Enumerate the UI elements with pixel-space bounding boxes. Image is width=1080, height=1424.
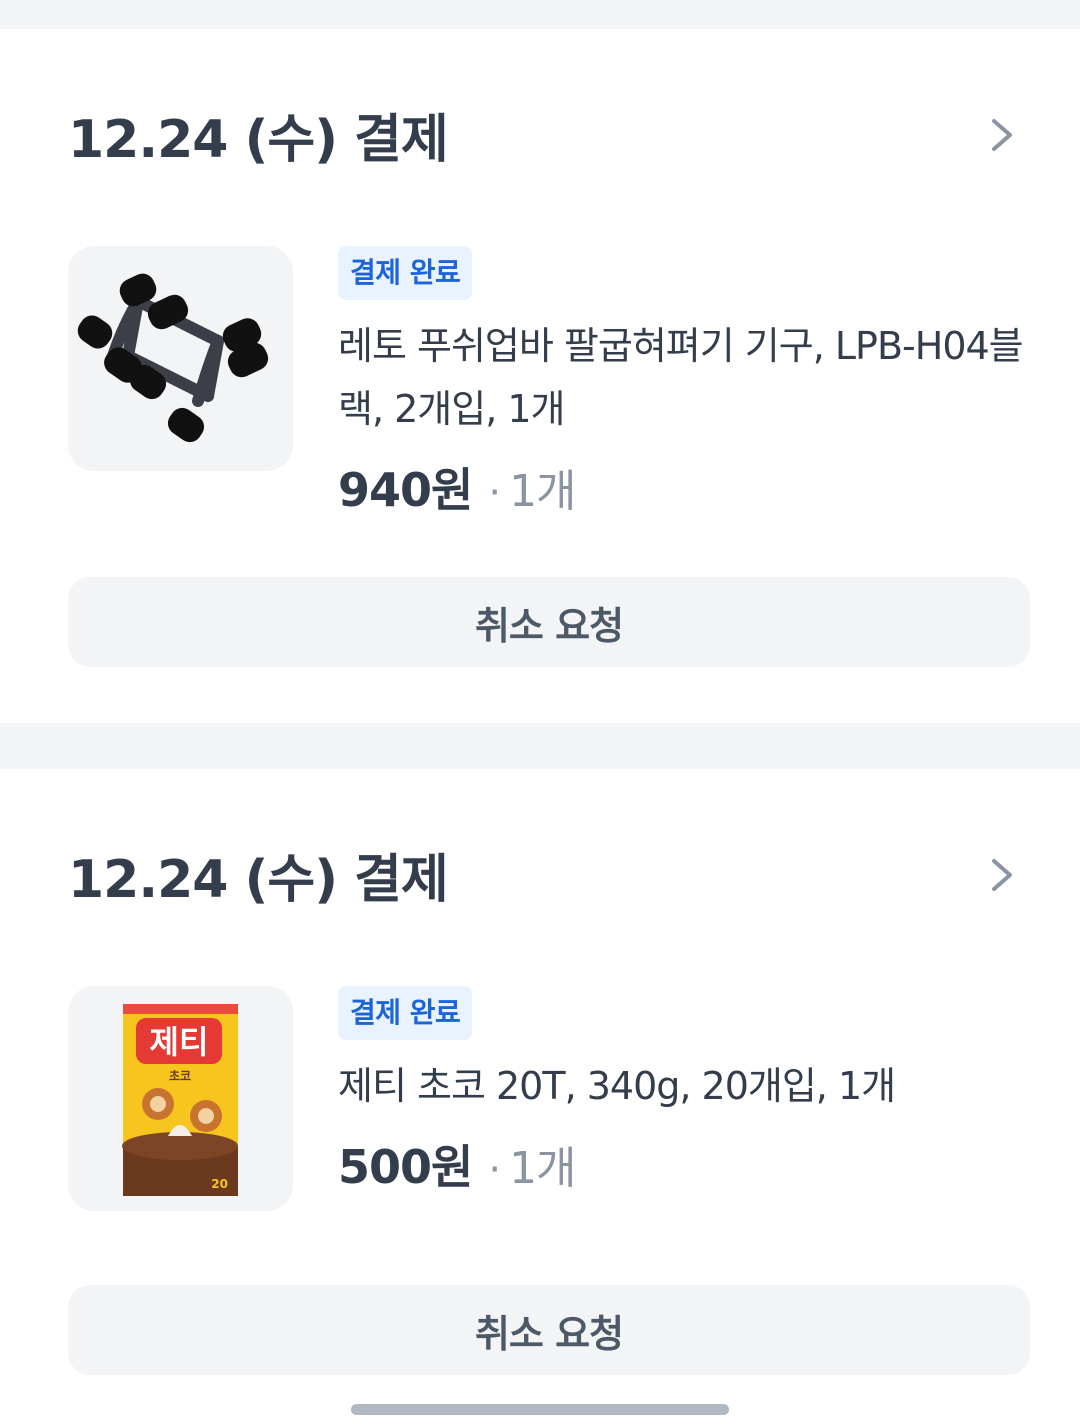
- status-badge: 결제 완료: [338, 986, 473, 1040]
- price: 500원: [338, 1140, 473, 1194]
- order-date-title: 12.24 (수) 결제: [68, 110, 449, 170]
- price-row: 500원 · 1개: [338, 1131, 577, 1194]
- pushup-bar-icon: [77, 273, 269, 443]
- price: 940원: [338, 463, 473, 517]
- product-image[interactable]: 제티 초코 20: [68, 986, 293, 1211]
- status-badge: 결제 완료: [338, 246, 473, 300]
- product-name[interactable]: 제티 초코 20T, 340g, 20개입, 1개: [338, 1055, 1028, 1118]
- product-image[interactable]: [68, 246, 293, 471]
- chevron-right-icon[interactable]: [984, 855, 1020, 895]
- cancel-request-button[interactable]: 취소 요청: [68, 1285, 1030, 1375]
- box-brand-text: 제티: [150, 1023, 209, 1061]
- box-count-text: 20: [211, 1177, 228, 1191]
- chevron-right-icon[interactable]: [984, 115, 1020, 155]
- product-name[interactable]: 레토 푸쉬업바 팔굽혀펴기 기구, LPB-H04블랙, 2개입, 1개: [338, 315, 1028, 441]
- price-row: 940원 · 1개: [338, 454, 577, 517]
- separator-dot: ·: [488, 470, 502, 516]
- top-gap: [0, 0, 1080, 29]
- quantity: 1개: [509, 466, 576, 517]
- box-sub-text: 초코: [169, 1069, 191, 1083]
- order-date-title: 12.24 (수) 결제: [68, 850, 449, 910]
- cancel-request-button[interactable]: 취소 요청: [68, 577, 1030, 667]
- home-indicator[interactable]: [351, 1404, 729, 1415]
- separator-dot: ·: [488, 1147, 502, 1193]
- quantity: 1개: [509, 1143, 576, 1194]
- cocoa-box-icon: 제티 초코 20: [122, 1004, 238, 1196]
- order-card: 12.24 (수) 결제 결제 완료 레토 푸쉬업바 팔굽혀펴기 기구, LPB…: [0, 29, 1080, 723]
- order-card: 12.24 (수) 결제 제티 초코 20 결제 완료 제티 초코 20T, 3…: [0, 769, 1080, 1424]
